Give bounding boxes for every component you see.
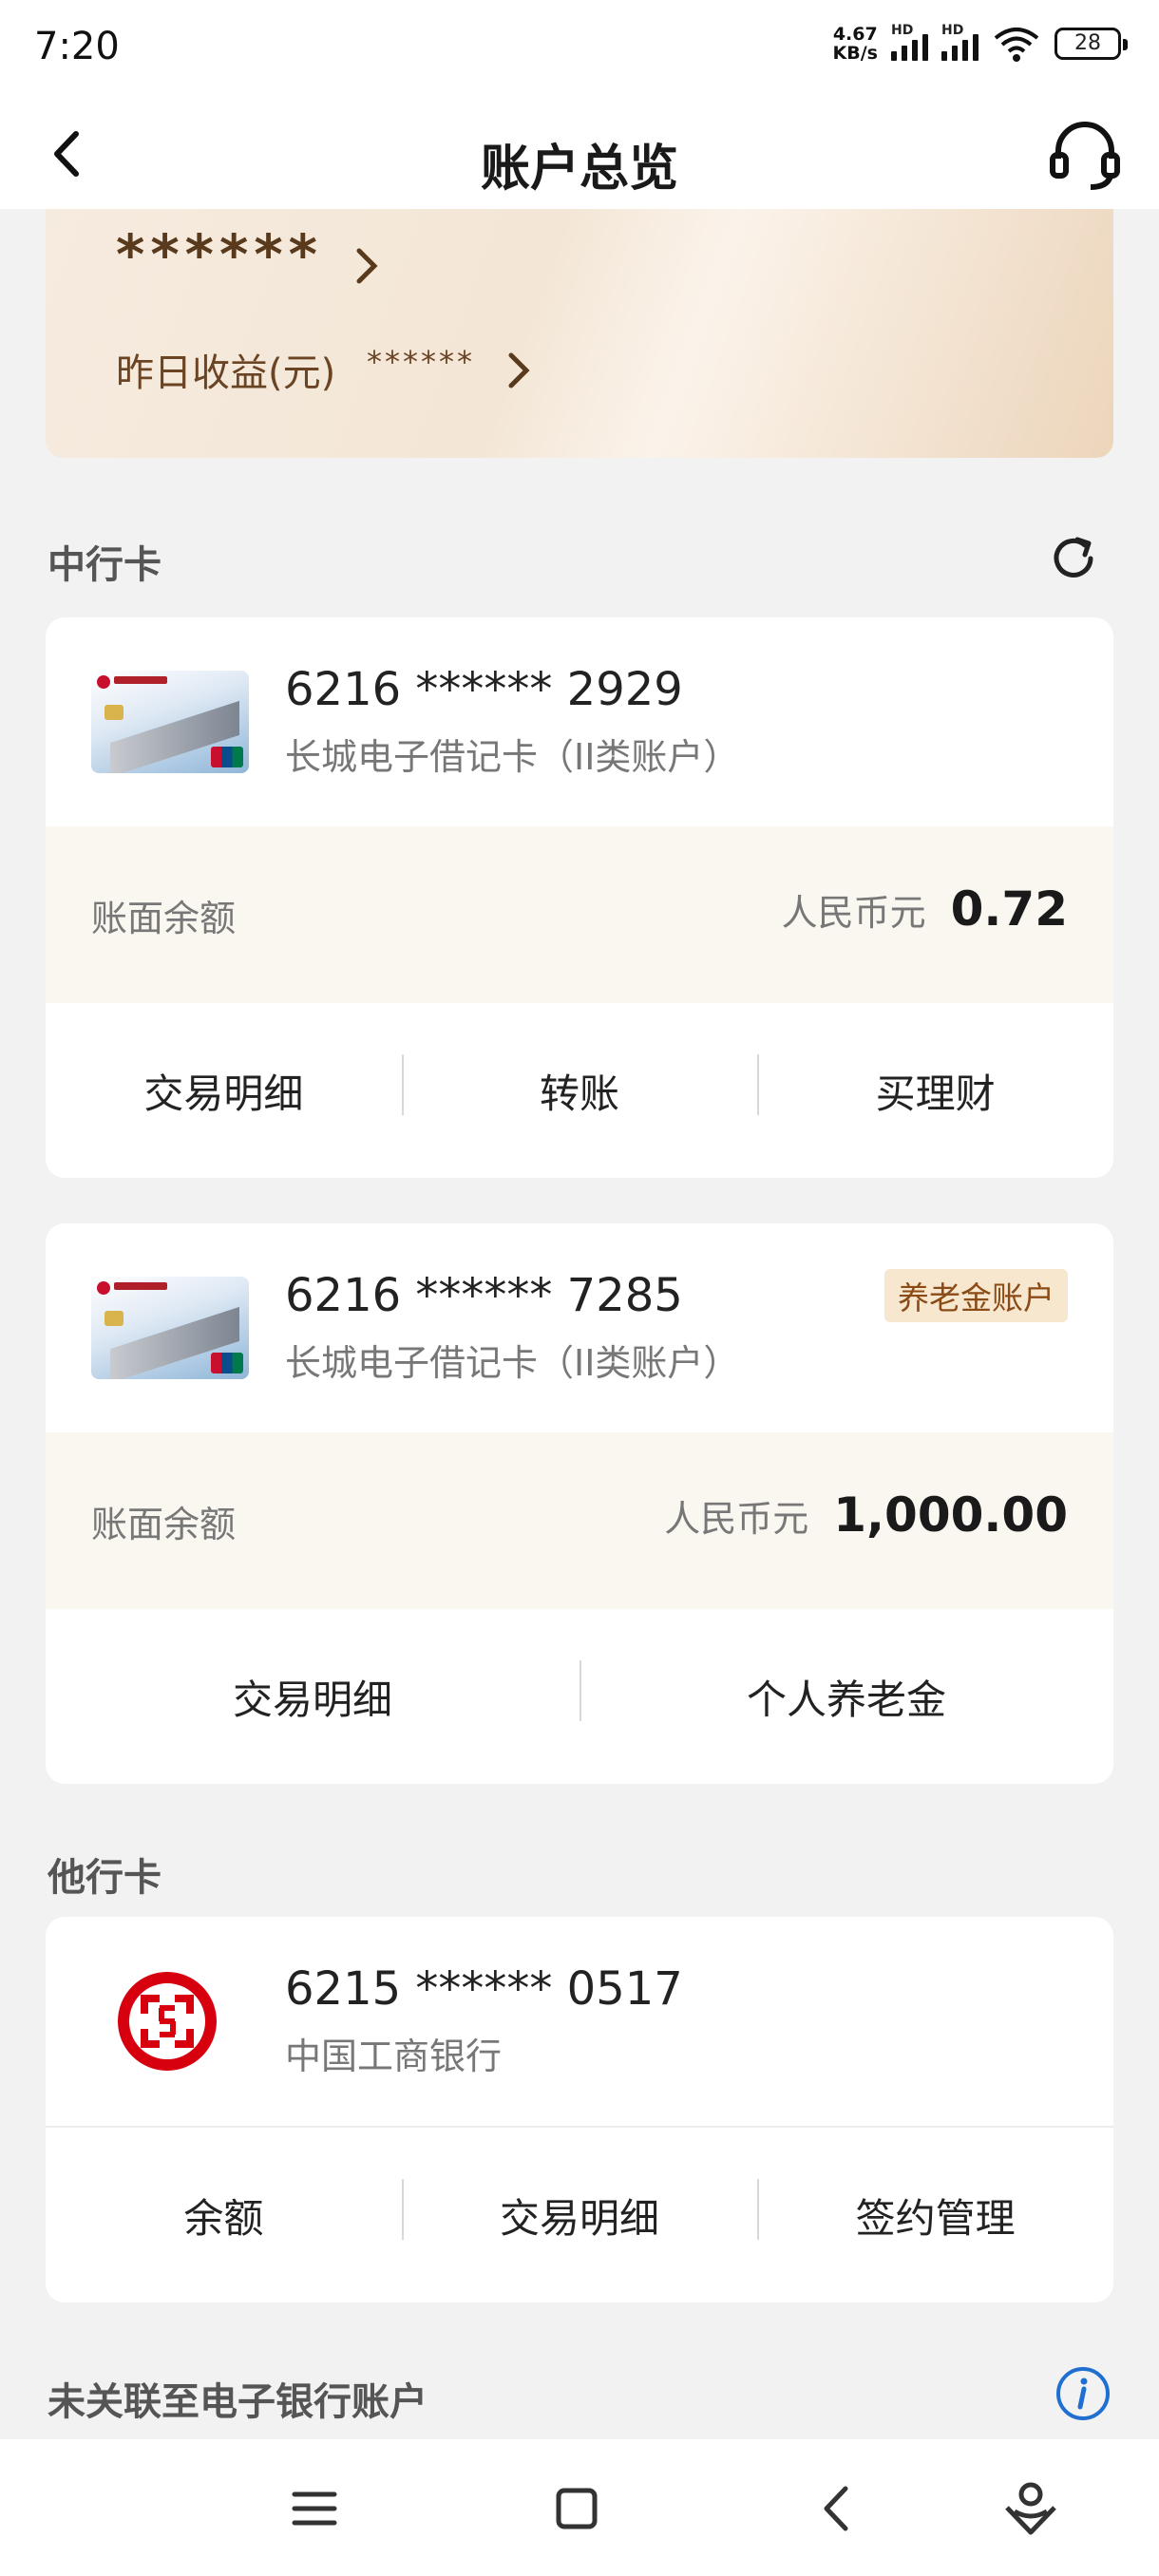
chevron-right-icon[interactable] xyxy=(502,348,536,393)
unlinked-section-title: 未关联至电子银行账户 xyxy=(48,2380,428,2424)
status-icons: 4.67 KB/s HD HD 28 xyxy=(833,23,1128,63)
boc-section-title: 中行卡 xyxy=(48,543,162,587)
total-assets-card[interactable]: ****** 昨日收益(元) ****** xyxy=(46,209,1113,458)
transfer-button[interactable]: 转账 xyxy=(401,1053,758,1120)
card-actions: 余额 交易明细 签约管理 xyxy=(46,2128,1113,2302)
hd-label: HD xyxy=(941,23,964,38)
card-number: 6216 ****** 7285 xyxy=(285,1269,683,1322)
status-time: 7:20 xyxy=(34,25,120,68)
card-type: 长城电子借记卡（II类账户） xyxy=(285,1342,740,1384)
wifi-icon xyxy=(994,28,1039,62)
contract-management-button[interactable]: 签约管理 xyxy=(757,2178,1113,2245)
home-icon[interactable] xyxy=(543,2475,610,2542)
bank-name: 中国工商银行 xyxy=(285,2036,503,2077)
card-actions: 交易明细 个人养老金 xyxy=(46,1609,1113,1784)
chevron-right-icon[interactable] xyxy=(350,243,384,289)
balance-button[interactable]: 余额 xyxy=(46,2187,402,2245)
boc-card-7285[interactable]: 6216 ****** 7285 长城电子借记卡（II类账户） 养老金账户 账面… xyxy=(46,1223,1113,1784)
status-bar: 7:20 4.67 KB/s HD HD 28 xyxy=(0,0,1159,100)
back-nav-icon[interactable] xyxy=(806,2475,872,2542)
network-speed: 4.67 KB/s xyxy=(833,25,878,63)
card-image xyxy=(91,1277,249,1379)
balance-label: 账面余额 xyxy=(91,898,237,939)
network-speed-value: 4.67 xyxy=(832,24,878,45)
yesterday-earnings-label: 昨日收益(元) xyxy=(116,351,336,395)
page-title: 账户总览 xyxy=(480,141,678,198)
card-header[interactable]: 6216 ****** 2929 长城电子借记卡（II类账户） xyxy=(46,617,1113,826)
pension-account-badge: 养老金账户 xyxy=(884,1269,1068,1322)
balance-row: 账面余额 人民币元 0.72 xyxy=(46,826,1113,1003)
card-actions: 交易明细 转账 买理财 xyxy=(46,1003,1113,1178)
masked-total-assets: ****** xyxy=(116,222,323,287)
card-image xyxy=(91,671,249,773)
card-header[interactable]: 6216 ****** 7285 长城电子借记卡（II类账户） 养老金账户 xyxy=(46,1223,1113,1432)
transaction-details-button[interactable]: 交易明细 xyxy=(46,1668,580,1726)
signal-icon-1: HD xyxy=(891,23,928,61)
refresh-icon[interactable] xyxy=(1047,532,1100,585)
currency-label: 人民币元 xyxy=(664,1498,809,1540)
assistant-icon[interactable] xyxy=(998,2475,1064,2542)
info-icon[interactable] xyxy=(1054,2365,1112,2422)
transaction-details-button[interactable]: 交易明细 xyxy=(401,2178,758,2245)
personal-pension-button[interactable]: 个人养老金 xyxy=(580,1659,1113,1726)
card-number: 6216 ****** 2929 xyxy=(285,663,683,716)
battery-icon: 28 xyxy=(1054,28,1128,60)
balance-label: 账面余额 xyxy=(91,1504,237,1545)
other-bank-section-title: 他行卡 xyxy=(48,1856,162,1900)
hd-label: HD xyxy=(891,23,914,38)
currency-label: 人民币元 xyxy=(781,892,926,934)
balance-row: 账面余额 人民币元 1,000.00 xyxy=(46,1432,1113,1609)
signal-icon-2: HD xyxy=(941,23,978,61)
balance-amount: 0.72 xyxy=(950,881,1068,937)
app-header: 账户总览 xyxy=(0,100,1159,209)
icbc-logo-icon xyxy=(118,1972,217,2071)
network-speed-unit: KB/s xyxy=(832,43,878,64)
menu-icon[interactable] xyxy=(281,2475,348,2542)
customer-service-icon[interactable] xyxy=(1047,117,1123,193)
card-header[interactable]: 6215 ****** 0517 中国工商银行 xyxy=(46,1917,1113,2126)
system-navigation-bar xyxy=(0,2439,1159,2576)
boc-card-2929[interactable]: 6216 ****** 2929 长城电子借记卡（II类账户） 账面余额 人民币… xyxy=(46,617,1113,1178)
icbc-card-0517[interactable]: 6215 ****** 0517 中国工商银行 余额 交易明细 签约管理 xyxy=(46,1917,1113,2302)
buy-wealth-product-button[interactable]: 买理财 xyxy=(757,1053,1113,1120)
card-type: 长城电子借记卡（II类账户） xyxy=(285,736,740,778)
transaction-details-button[interactable]: 交易明细 xyxy=(46,1062,402,1120)
balance-amount: 1,000.00 xyxy=(833,1487,1068,1543)
yesterday-earnings-value: ****** xyxy=(367,344,475,380)
card-number: 6215 ****** 0517 xyxy=(285,1962,683,2016)
